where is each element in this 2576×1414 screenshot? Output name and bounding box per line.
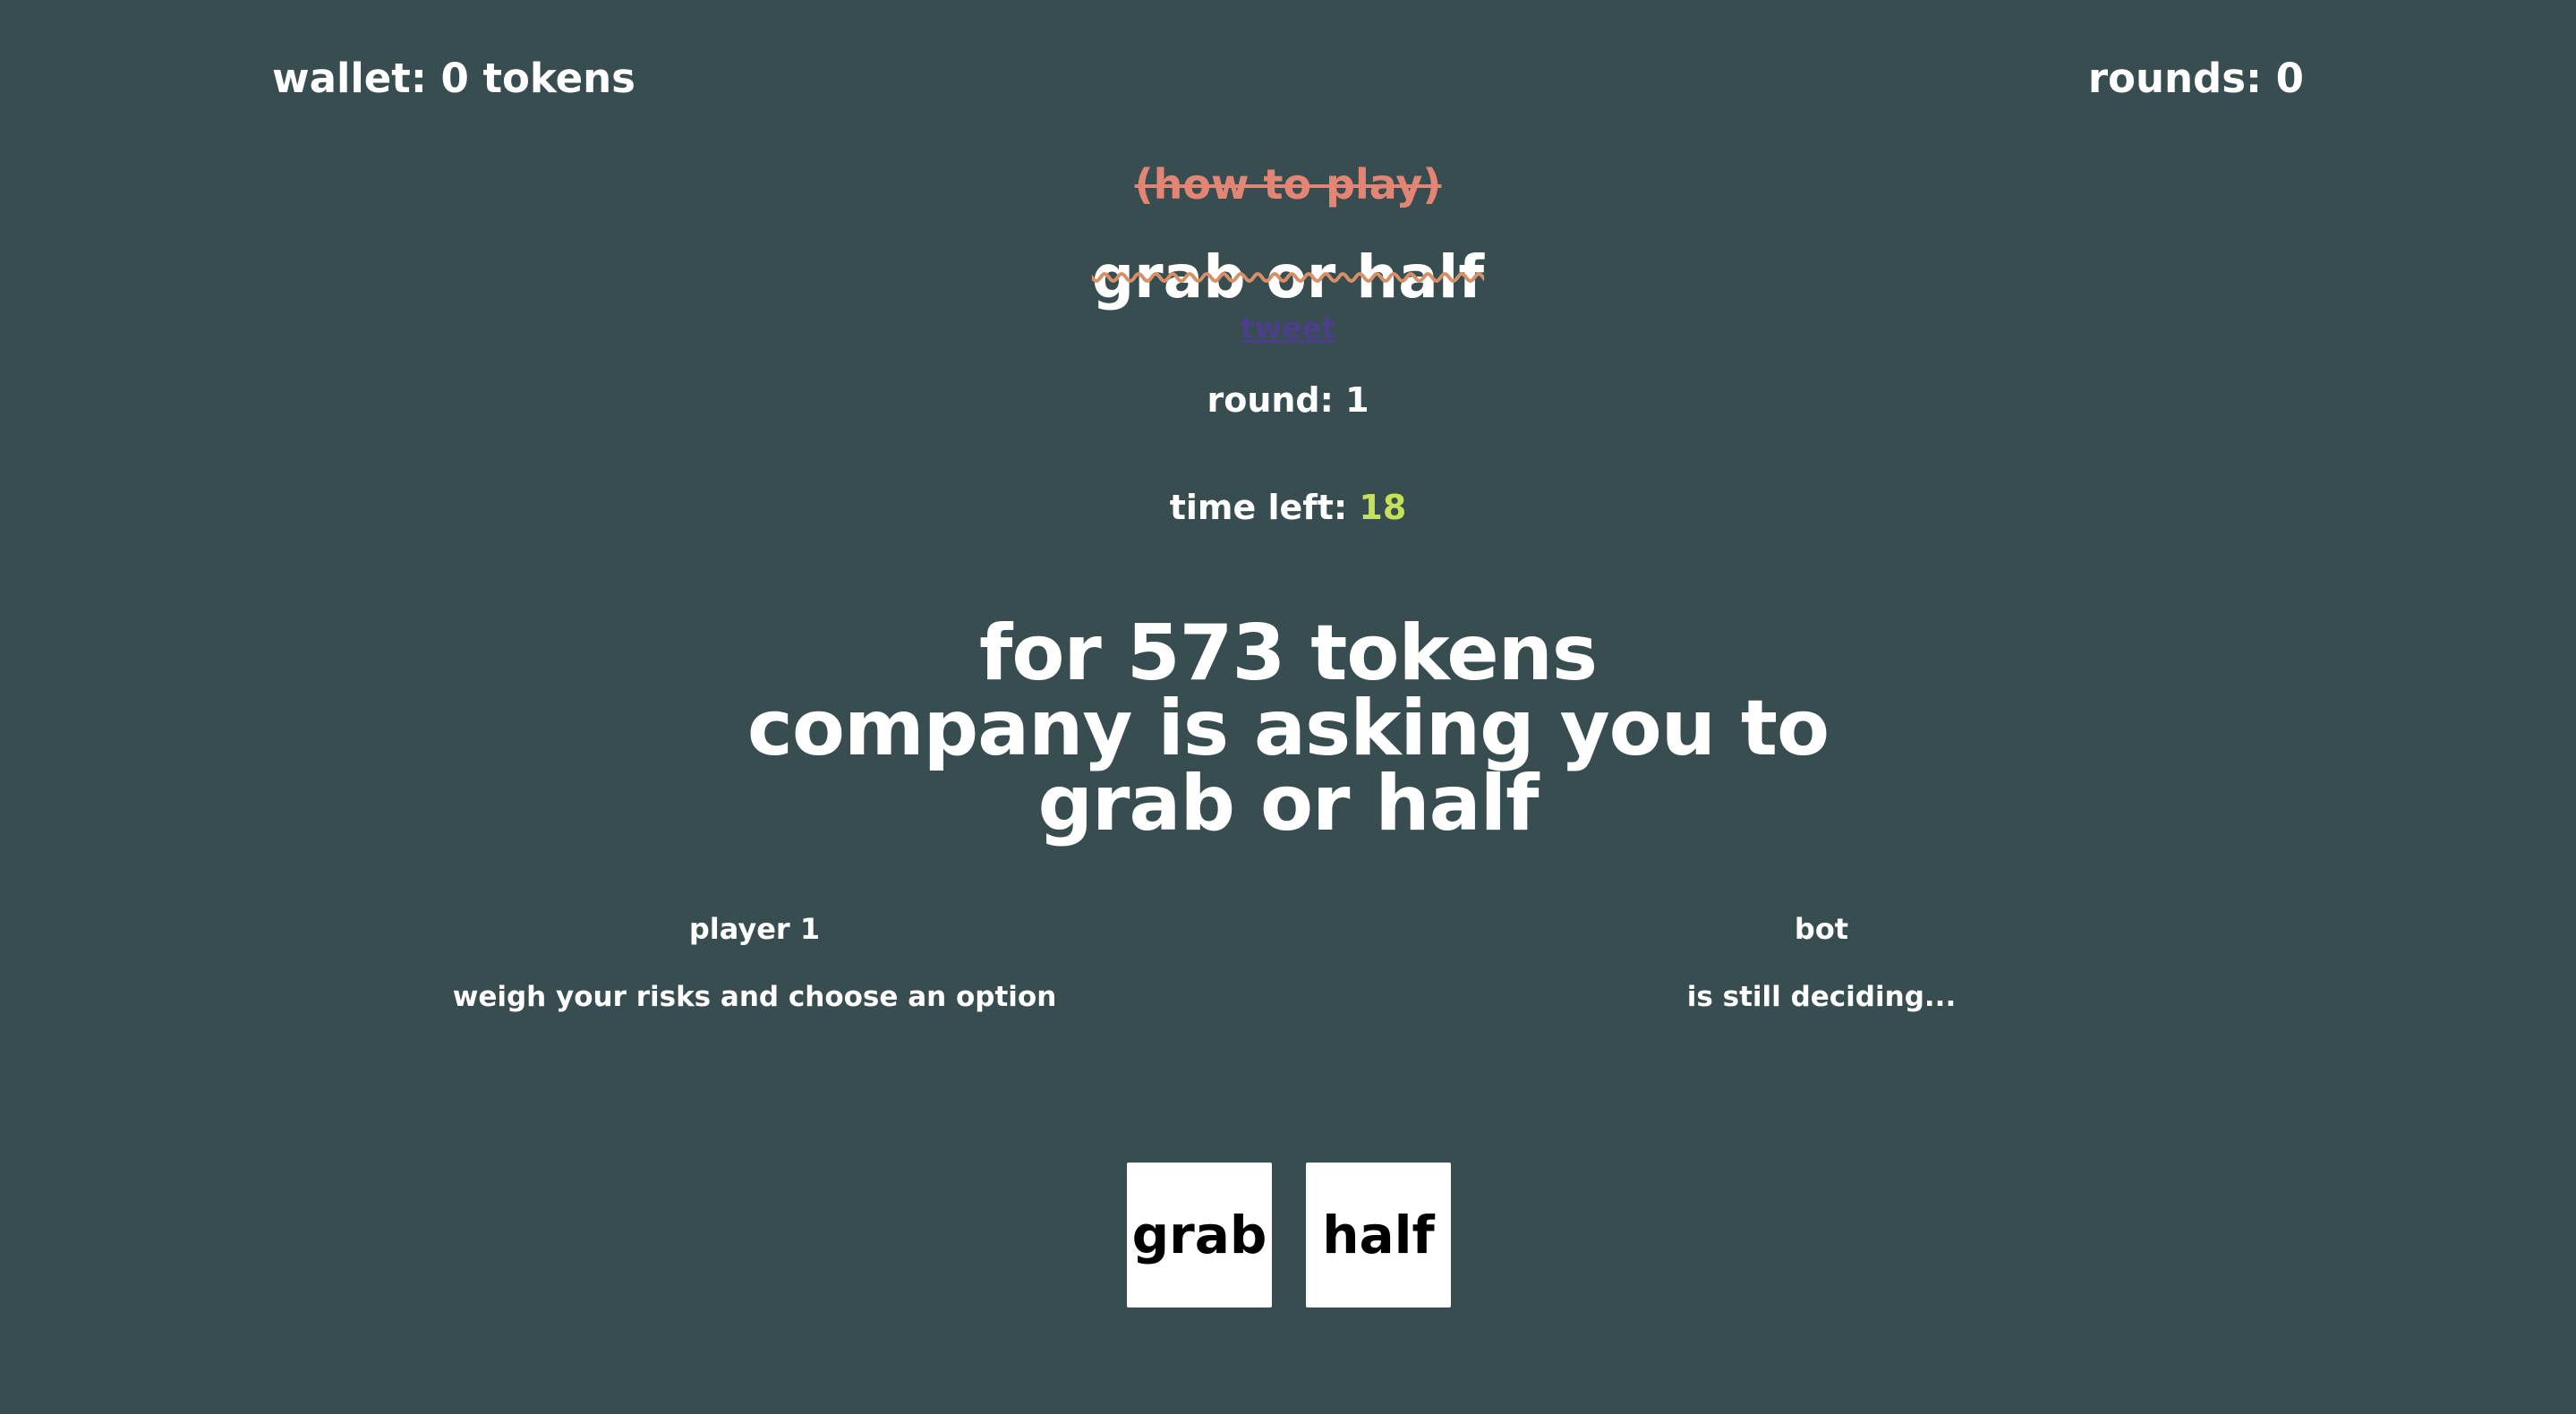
player-name: player 1 [688, 912, 821, 946]
how-to-play-container: (how to play) [0, 158, 2576, 211]
time-left-label: time left: [1169, 488, 1360, 527]
how-to-play-link[interactable]: (how to play) [1135, 160, 1442, 209]
bot-panel: bot is still deciding... [1419, 907, 2224, 1018]
player-panel: player 1 weigh your risks and choose an … [352, 907, 1157, 1018]
grab-button[interactable]: grab [1127, 1163, 1272, 1308]
time-left: time left: 18 [0, 485, 2576, 530]
half-button[interactable]: half [1306, 1163, 1451, 1308]
rounds-counter: rounds: 0 [2087, 55, 2304, 102]
current-round: round: 1 [1207, 380, 1369, 420]
offer-line-amount: for 573 tokens [978, 609, 1598, 698]
bot-name: bot [1794, 912, 1849, 946]
tweet-link[interactable]: tweet [1241, 311, 1336, 345]
player-status: weigh your risks and choose an option [452, 981, 1057, 1013]
time-left-value: 18 [1359, 488, 1407, 527]
tweet-container: tweet [0, 311, 2576, 346]
game-title: grab or half [0, 242, 2576, 313]
offer-headline: for 573 tokens company is asking you to … [0, 609, 2576, 848]
bot-status: is still deciding... [1686, 981, 1957, 1013]
game-title-text: grab or half [1091, 243, 1485, 311]
offer-line-request: company is asking you to [746, 684, 1830, 773]
offer-line-choice: grab or half [1037, 759, 1539, 848]
wallet-balance: wallet: 0 tokens [272, 55, 635, 102]
